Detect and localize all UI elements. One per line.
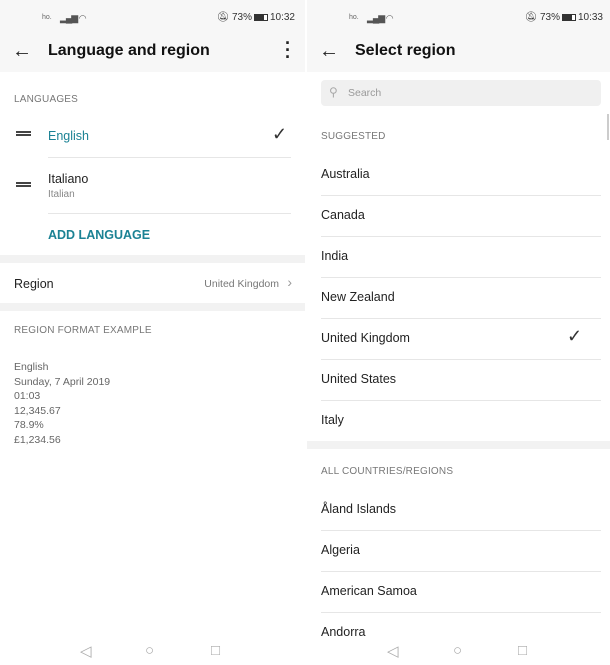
page-title: Select region	[355, 42, 456, 59]
languages-header: LANGUAGES	[14, 94, 79, 105]
region-item[interactable]: Algeria	[321, 543, 360, 557]
back-arrow-icon[interactable]: ←	[319, 40, 339, 63]
region-item[interactable]: Australia	[321, 167, 370, 181]
app-bar: ho. ▂▄▆ ◠ 🔕︎ 73% 10:33 ← Select region	[307, 0, 610, 72]
divider	[321, 612, 601, 613]
language-name: English	[48, 129, 89, 143]
more-options-icon[interactable]: · · ·	[285, 34, 291, 66]
checkmark-icon: ✓	[567, 326, 583, 346]
divider	[321, 571, 601, 572]
nav-back-icon[interactable]: ◁	[387, 642, 399, 660]
nav-home-icon[interactable]: ○	[145, 642, 154, 659]
divider	[321, 236, 601, 237]
add-language-button[interactable]: ADD LANGUAGE	[48, 228, 305, 242]
divider	[321, 530, 601, 531]
divider	[321, 195, 601, 196]
divider	[321, 277, 601, 278]
signal-wifi-icon: ▂▄▆ ◠	[60, 13, 87, 23]
region-item[interactable]: Canada	[321, 208, 365, 222]
language-item-italiano[interactable]: Italiano Italian	[0, 158, 305, 213]
clock: 10:32	[269, 12, 295, 23]
drag-handle-icon[interactable]	[16, 131, 31, 136]
battery-percent: 73%	[231, 12, 252, 23]
divider	[321, 318, 601, 319]
region-row[interactable]: Region United Kingdom ›	[0, 263, 305, 303]
divider	[321, 400, 601, 401]
language-name: Italiano	[48, 172, 89, 186]
region-item[interactable]: Italy	[321, 413, 344, 427]
nav-recents-icon[interactable]: □	[518, 642, 527, 659]
region-value: United Kingdom	[204, 278, 279, 290]
scrollbar[interactable]	[607, 114, 609, 140]
nav-home-icon[interactable]: ○	[453, 642, 462, 659]
format-percent: 78.9%	[14, 419, 44, 431]
region-item[interactable]: United Kingdom	[321, 331, 410, 345]
language-item-english[interactable]: English ✓	[0, 115, 305, 157]
mute-icon: 🔕︎	[216, 12, 230, 23]
chevron-right-icon: ›	[287, 274, 292, 290]
navigation-bar: ◁ ○ □	[307, 638, 610, 665]
format-example: English Sunday, 7 April 2019 01:03 12,34…	[14, 360, 110, 447]
format-time: 01:03	[14, 390, 41, 402]
battery-icon	[253, 13, 268, 21]
search-input[interactable]: ⚲ Search	[321, 80, 601, 106]
format-number: 12,345.67	[14, 404, 61, 417]
status-bar: ho. ▂▄▆ ◠ 🔕︎ 73% 10:32	[0, 10, 305, 26]
format-currency: £1,234.56	[14, 433, 61, 446]
region-item[interactable]: Åland Islands	[321, 502, 396, 516]
search-placeholder: Search	[348, 87, 382, 99]
language-subtitle: Italian	[48, 189, 75, 200]
language-region-screen: ho. ▂▄▆ ◠ 🔕︎ 73% 10:32 ← Language and reg…	[0, 0, 305, 665]
region-item[interactable]: American Samoa	[321, 584, 417, 598]
status-bar: ho. ▂▄▆ ◠ 🔕︎ 73% 10:33	[307, 10, 610, 26]
back-arrow-icon[interactable]: ←	[12, 40, 32, 63]
page-title: Language and region	[48, 42, 210, 59]
search-icon: ⚲	[329, 85, 338, 99]
carrier-label: ho.	[349, 14, 359, 21]
region-item[interactable]: Andorra	[321, 625, 365, 639]
region-item[interactable]: New Zealand	[321, 290, 395, 304]
divider	[321, 359, 601, 360]
all-regions-header: ALL COUNTRIES/REGIONS	[321, 466, 454, 477]
select-region-screen: ho. ▂▄▆ ◠ 🔕︎ 73% 10:33 ← Select region ⚲ …	[307, 0, 610, 665]
format-language: English	[14, 361, 49, 373]
mute-icon: 🔕︎	[524, 12, 538, 23]
region-item[interactable]: United States	[321, 372, 396, 386]
nav-recents-icon[interactable]: □	[211, 642, 220, 659]
format-date: Sunday, 7 April 2019	[14, 375, 111, 388]
checkmark-icon: ✓	[272, 124, 288, 144]
app-bar: ho. ▂▄▆ ◠ 🔕︎ 73% 10:32 ← Language and reg…	[0, 0, 305, 72]
drag-handle-icon[interactable]	[16, 182, 31, 187]
battery-percent: 73%	[539, 12, 560, 23]
battery-icon	[561, 13, 576, 21]
region-label: Region	[14, 277, 54, 291]
clock: 10:33	[577, 12, 603, 23]
suggested-header: SUGGESTED	[321, 131, 386, 142]
nav-back-icon[interactable]: ◁	[80, 642, 92, 660]
signal-wifi-icon: ▂▄▆ ◠	[367, 13, 394, 23]
region-item[interactable]: India	[321, 249, 348, 263]
format-example-header: REGION FORMAT EXAMPLE	[14, 325, 152, 336]
navigation-bar: ◁ ○ □	[0, 638, 305, 665]
carrier-label: ho.	[42, 14, 52, 21]
